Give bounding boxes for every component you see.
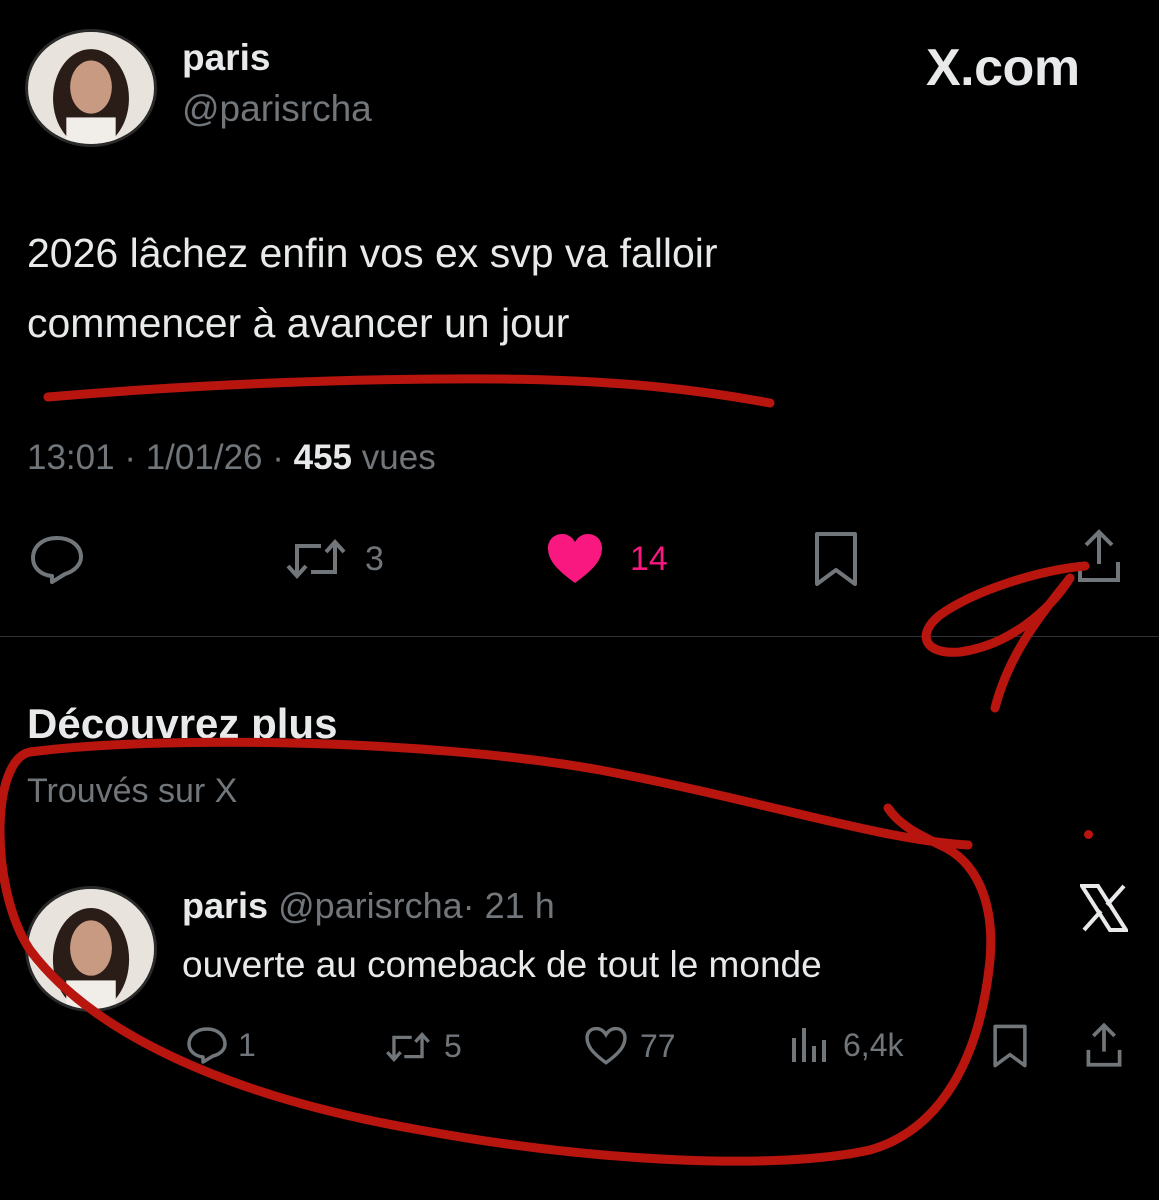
- section-divider: [0, 636, 1159, 637]
- post-retweet-count: 5: [444, 1028, 462, 1064]
- reply-button[interactable]: [28, 533, 86, 585]
- reply-icon: [187, 1027, 227, 1064]
- views-label: vues: [361, 438, 436, 477]
- heart-outline-icon: [585, 1026, 627, 1065]
- post-share-button[interactable]: [1084, 1022, 1124, 1068]
- discover-subtitle: Trouvés sur X: [27, 772, 238, 810]
- post-views-count: 6,4k: [843, 1026, 904, 1063]
- reply-icon: [31, 536, 83, 584]
- bookmark-icon: [815, 532, 857, 586]
- discover-title: Découvrez plus: [27, 700, 338, 747]
- post-views-button[interactable]: 6,4k: [789, 1026, 903, 1064]
- meta-separator: ·: [124, 438, 136, 477]
- post-author-handle[interactable]: @parisrcha: [278, 885, 463, 926]
- author-handle[interactable]: @parisrcha: [182, 88, 372, 130]
- post-author-name[interactable]: paris: [182, 885, 268, 926]
- more-options-dot[interactable]: [1084, 830, 1093, 839]
- avatar-photo: [28, 32, 154, 144]
- post-header: paris @parisrcha· 21 h: [182, 885, 555, 927]
- like-button[interactable]: 14: [546, 533, 668, 585]
- views-count: 455: [293, 438, 353, 477]
- x-logo-icon: [1080, 884, 1128, 932]
- author-name[interactable]: paris: [182, 37, 270, 79]
- x-logo: [1080, 884, 1128, 932]
- tweet-text-line-2: commencer à avancer un jour: [27, 300, 570, 346]
- arrow-annotation: [921, 561, 1090, 713]
- retweet-icon: [286, 539, 346, 579]
- retweet-icon: [386, 1031, 430, 1062]
- tweet-text-line-1: 2026 lâchez enfin vos ex svp va falloir: [27, 230, 718, 276]
- post-reply-count: 1: [238, 1026, 256, 1063]
- bookmark-button[interactable]: [813, 531, 859, 587]
- heart-icon: [548, 534, 602, 583]
- post-text: ouverte au comeback de tout le monde: [182, 944, 822, 985]
- post-like-button[interactable]: 77: [584, 1026, 676, 1066]
- post-time: · 21 h: [462, 885, 555, 926]
- meta-separator: ·: [272, 438, 284, 477]
- retweet-button[interactable]: 3: [285, 536, 384, 582]
- post-reply-button[interactable]: 1: [186, 1026, 256, 1064]
- like-count: 14: [630, 539, 668, 578]
- author-avatar[interactable]: [25, 29, 157, 147]
- tweet-meta: 13:01 · 1/01/26 · 455 vues: [27, 438, 436, 478]
- annotation-overlay: [0, 374, 1090, 1166]
- brand-label: X.com: [926, 39, 1080, 97]
- views-icon: [792, 1028, 826, 1062]
- retweet-count: 3: [365, 539, 384, 578]
- post-avatar[interactable]: [25, 886, 157, 1012]
- post-bookmark-button[interactable]: [992, 1024, 1028, 1068]
- underline-annotation: [43, 374, 775, 408]
- tweet-time: 13:01: [27, 438, 115, 477]
- post-retweet-button[interactable]: 5: [384, 1028, 462, 1065]
- share-icon: [1078, 529, 1120, 582]
- post-like-count: 77: [640, 1027, 676, 1064]
- share-button[interactable]: [1076, 528, 1122, 584]
- tweet-date: 1/01/26: [145, 438, 263, 477]
- share-icon: [1086, 1022, 1122, 1067]
- avatar-photo: [28, 889, 154, 1009]
- bookmark-icon: [993, 1024, 1027, 1068]
